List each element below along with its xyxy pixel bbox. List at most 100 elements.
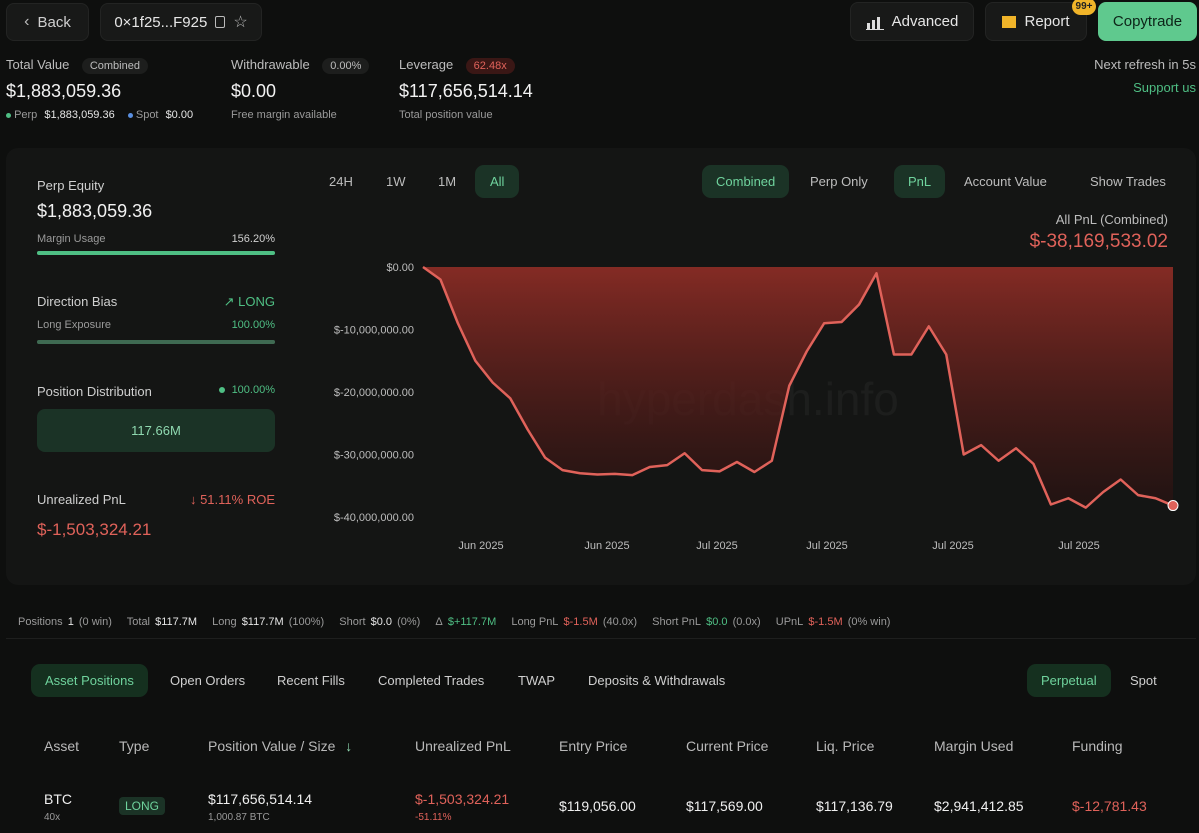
stat-long-sub: (100%) [289, 616, 324, 628]
row-leverage: 40x [44, 812, 60, 823]
margin-usage-bar [37, 251, 275, 255]
spot-value: $0.00 [166, 109, 194, 121]
toggle-perpetual[interactable]: Perpetual [1027, 664, 1111, 697]
row-current-price: $117,569.00 [686, 798, 763, 814]
stat-shortpnl-sub: (0.0x) [733, 616, 761, 628]
col-position-value[interactable]: Position Value / Size ↓ [208, 738, 352, 754]
leverage-pill: 62.48x [466, 58, 515, 74]
leverage-sub: Total position value [399, 109, 533, 121]
tab-completed-trades[interactable]: Completed Trades [364, 664, 498, 697]
withdrawable-pill: 0.00% [322, 58, 369, 74]
stat-total-value: $117.7M [155, 616, 197, 628]
copytrade-button[interactable]: Copytrade [1098, 2, 1197, 41]
row-type-badge: LONG [119, 797, 165, 815]
stat-positions-label: Positions [18, 616, 63, 628]
address-chip: 0×1f25...F925 ☆ [100, 3, 262, 41]
back-label: Back [37, 14, 70, 31]
position-distribution-label: Position Distribution [37, 384, 152, 399]
row-unrealized-pnl: $-1,503,324.21 [415, 791, 509, 807]
metric-pnl[interactable]: PnL [894, 165, 945, 198]
tab-asset-positions[interactable]: Asset Positions [31, 664, 148, 697]
stat-delta-value: $+117.7M [448, 616, 496, 628]
roe-value: 51.11% ROE [200, 492, 275, 507]
stat-longpnl-value: $-1.5M [564, 616, 598, 628]
y-tick-label: $-10,000,000.00 [334, 325, 414, 337]
green-dot-icon [219, 387, 225, 393]
long-exposure-value: 100.00% [200, 319, 275, 331]
long-exposure-label: Long Exposure [37, 319, 111, 331]
col-current-price[interactable]: Current Price [686, 738, 768, 754]
col-position-value-label: Position Value / Size [208, 738, 335, 754]
direction-bias-value: LONG [238, 294, 275, 309]
y-tick-label: $-40,000,000.00 [334, 512, 414, 524]
perp-equity-label: Perp Equity [37, 178, 104, 193]
positions-stats-line: Positions 1 (0 win) Total $117.7M Long $… [18, 616, 892, 628]
y-tick-label: $-20,000,000.00 [334, 387, 414, 399]
stat-longpnl-label: Long PnL [511, 616, 558, 628]
stat-positions-sub: (0 win) [79, 616, 112, 628]
roe-value-wrap: ↓ 51.11% ROE [170, 492, 275, 507]
sort-down-icon[interactable]: ↓ [345, 738, 352, 754]
tab-twap[interactable]: TWAP [504, 664, 569, 697]
stat-positions-value: 1 [68, 616, 74, 628]
total-value-label: Total Value [6, 57, 69, 72]
metric-account-value[interactable]: Account Value [952, 165, 1059, 198]
combined-pill: Combined [82, 58, 148, 74]
back-button[interactable]: ‹ Back [6, 3, 89, 41]
col-entry-price[interactable]: Entry Price [559, 738, 627, 754]
stat-upnl-label: UPnL [776, 616, 804, 628]
bar-chart-icon [866, 14, 884, 30]
x-tick-label: Jun 2025 [584, 540, 629, 552]
mode-perp-only[interactable]: Perp Only [798, 165, 880, 198]
col-liq-price[interactable]: Liq. Price [816, 738, 874, 754]
row-asset: BTC [44, 791, 72, 807]
tab-deposits-withdrawals[interactable]: Deposits & Withdrawals [574, 664, 739, 697]
mode-combined[interactable]: Combined [702, 165, 789, 198]
stat-shortpnl-label: Short PnL [652, 616, 701, 628]
tab-recent-fills[interactable]: Recent Fills [263, 664, 359, 697]
col-funding[interactable]: Funding [1072, 738, 1123, 754]
range-all[interactable]: All [475, 165, 519, 198]
show-trades-toggle[interactable]: Show Trades [1078, 165, 1178, 198]
range-24h[interactable]: 24H [317, 165, 365, 198]
margin-usage-label: Margin Usage [37, 233, 105, 245]
row-entry-price: $119,056.00 [559, 798, 636, 814]
col-asset[interactable]: Asset [44, 738, 79, 754]
pnl-chart[interactable]: hyperdash.info $0.00$-10,000,000.00$-20,… [300, 250, 1190, 560]
long-exposure-fill [37, 340, 275, 344]
tab-open-orders[interactable]: Open Orders [156, 664, 259, 697]
flag-icon [1002, 16, 1016, 28]
stat-long-label: Long [212, 616, 236, 628]
stat-short-label: Short [339, 616, 365, 628]
row-liq-price: $117,136.79 [816, 798, 893, 814]
spot-dot-icon [128, 113, 133, 118]
pnl-caption: All PnL (Combined) [960, 212, 1168, 227]
x-tick-label: Jul 2025 [806, 540, 848, 552]
advanced-label: Advanced [892, 13, 959, 30]
copy-icon[interactable] [215, 16, 225, 28]
withdrawable-sub: Free margin available [231, 109, 369, 121]
row-margin-used: $2,941,412.85 [934, 798, 1024, 814]
support-link[interactable]: Support us [1100, 80, 1196, 95]
range-1w[interactable]: 1W [374, 165, 418, 198]
stat-shortpnl-value: $0.0 [706, 616, 727, 628]
range-1m[interactable]: 1M [426, 165, 468, 198]
arrow-down-icon: ↓ [190, 492, 197, 507]
col-type[interactable]: Type [119, 738, 149, 754]
perp-value: $1,883,059.36 [44, 109, 114, 121]
star-icon[interactable]: ☆ [233, 12, 247, 32]
leverage-block: Leverage 62.48x $117,656,514.14 Total po… [399, 56, 533, 121]
advanced-button[interactable]: Advanced [850, 2, 974, 41]
stat-long-value: $117.7M [242, 616, 284, 628]
unrealized-pnl-value: $-1,503,324.21 [37, 520, 151, 540]
withdrawable-value: $0.00 [231, 81, 369, 102]
margin-usage-value: 156.20% [200, 233, 275, 245]
col-unrealized-pnl[interactable]: Unrealized PnL [415, 738, 511, 754]
trend-up-icon: ↗ [224, 294, 235, 309]
x-tick-label: Jul 2025 [696, 540, 738, 552]
leverage-value: $117,656,514.14 [399, 81, 533, 102]
toggle-spot[interactable]: Spot [1116, 664, 1171, 697]
leverage-label: Leverage [399, 57, 453, 72]
col-margin-used[interactable]: Margin Used [934, 738, 1013, 754]
total-value-block: Total Value Combined $1,883,059.36 Perp … [6, 56, 193, 121]
